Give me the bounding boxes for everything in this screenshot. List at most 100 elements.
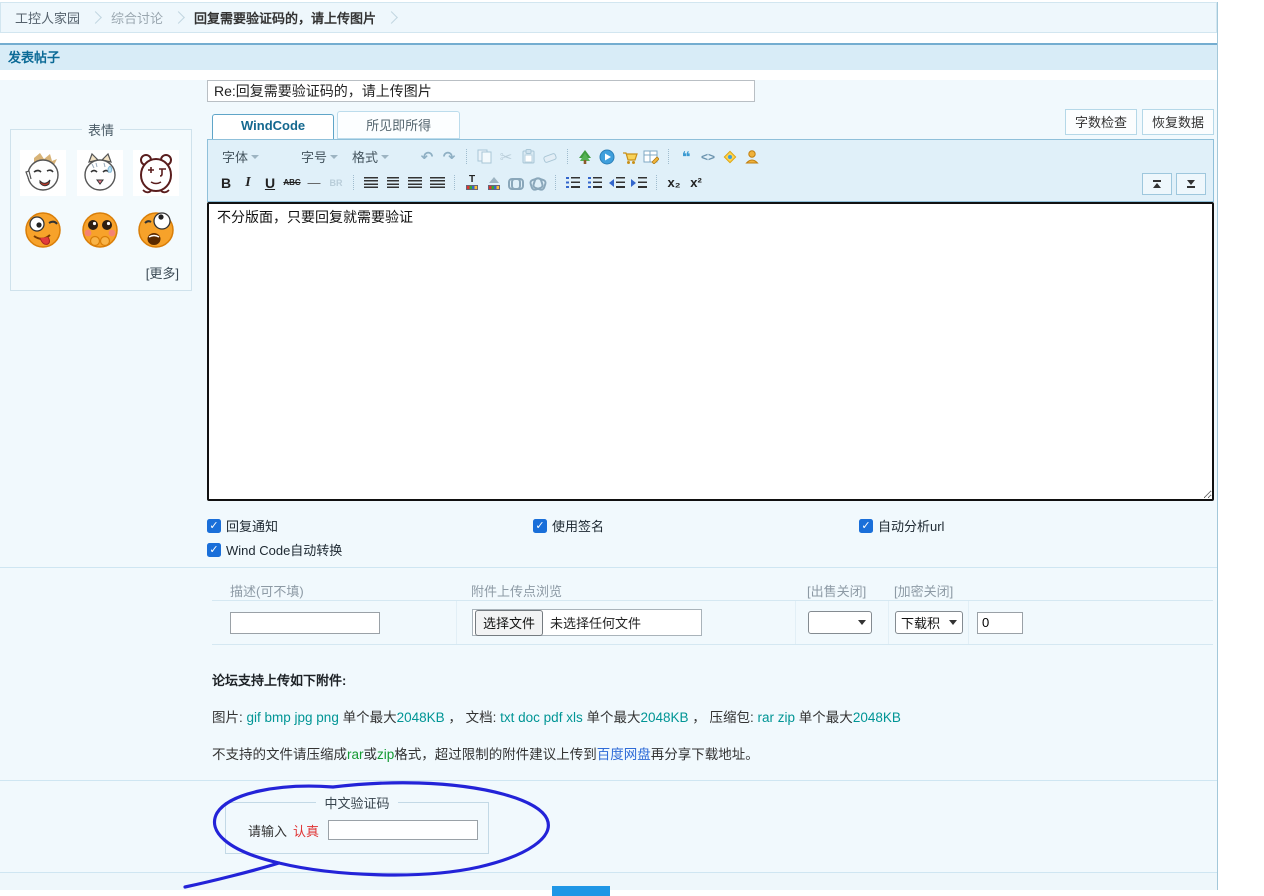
toolbar-separator: [656, 175, 657, 190]
outdent-icon[interactable]: [607, 173, 627, 193]
checkbox-checked-icon[interactable]: ✓: [207, 543, 221, 557]
section-divider: [0, 780, 1217, 781]
attachment-desc-header: 描述(可不填): [212, 581, 456, 600]
ordered-list-icon[interactable]: [563, 173, 583, 193]
format-dropdown[interactable]: 格式: [346, 147, 395, 166]
option-reply-notify[interactable]: ✓ 回复通知: [207, 516, 533, 535]
redo-icon[interactable]: ↷: [439, 147, 459, 167]
panda-emoticon[interactable]: [132, 149, 180, 197]
choose-file-button[interactable]: 选择文件: [475, 610, 543, 636]
background-color-icon[interactable]: [484, 173, 504, 193]
attachment-section: 描述(可不填) 附件上传点浏览 [出售关闭] [加密关闭] 选择文件 未选择任何…: [0, 568, 1217, 645]
text-color-icon[interactable]: T: [462, 173, 482, 193]
font-size-dropdown[interactable]: 字号: [295, 147, 344, 166]
baidu-pan-link[interactable]: 百度网盘: [597, 747, 651, 762]
chevron-down-icon: [858, 620, 866, 625]
submit-button[interactable]: [552, 886, 610, 896]
strikethrough-icon[interactable]: ABC: [282, 173, 302, 193]
cute-blush-emoticon[interactable]: [76, 205, 124, 253]
unordered-list-icon[interactable]: [585, 173, 605, 193]
shocked-emoticon[interactable]: [132, 205, 180, 253]
upload-info: 论坛支持上传如下附件: 图片: gif bmp jpg png 单个最大2048…: [0, 670, 1217, 763]
attachment-desc-input[interactable]: [230, 612, 380, 634]
align-center-icon[interactable]: [383, 173, 403, 193]
toolbar-separator: [668, 149, 669, 164]
cut-icon[interactable]: ✂: [496, 147, 516, 167]
sweat-cat-emoticon[interactable]: [76, 149, 124, 197]
smirk-face-emoticon[interactable]: [19, 149, 67, 197]
indent-icon[interactable]: [629, 173, 649, 193]
captcha-code-word: 认真: [293, 821, 319, 840]
encrypt-select[interactable]: 下载积: [895, 611, 963, 634]
chevron-down-icon: [949, 620, 957, 625]
italic-icon[interactable]: I: [238, 173, 258, 193]
file-status-text: 未选择任何文件: [550, 613, 641, 632]
toolbar-separator: [567, 149, 568, 164]
restore-data-button[interactable]: 恢复数据: [1142, 109, 1214, 135]
sell-select[interactable]: [808, 611, 872, 634]
scroll-bottom-button[interactable]: [1176, 173, 1206, 195]
captcha-legend: 中文验证码: [316, 793, 397, 812]
post-body-editor[interactable]: 不分版面，只要回复就需要验证: [207, 202, 1214, 501]
quote-icon[interactable]: ❝: [676, 147, 696, 167]
option-auto-url[interactable]: ✓ 自动分析url: [859, 516, 944, 535]
superscript-icon[interactable]: x²: [686, 173, 706, 193]
code-icon[interactable]: <>: [698, 147, 718, 167]
flash-icon[interactable]: [720, 147, 740, 167]
scroll-top-button[interactable]: [1142, 173, 1172, 195]
section-header: 发表帖子: [0, 43, 1217, 70]
insert-image-icon[interactable]: [575, 147, 595, 167]
bold-icon[interactable]: B: [216, 173, 236, 193]
footer-bar: [0, 873, 1217, 890]
insert-link-icon[interactable]: [506, 173, 526, 193]
captcha-section: 中文验证码 请输入 认真: [0, 793, 1217, 857]
captcha-prompt: 请输入: [248, 821, 287, 840]
remove-link-icon[interactable]: [528, 173, 548, 193]
subscript-icon[interactable]: x₂: [664, 173, 684, 193]
spacer: [0, 33, 1217, 43]
breadcrumb-home[interactable]: 工控人家园: [15, 8, 80, 27]
paste-icon[interactable]: [518, 147, 538, 167]
chevron-down-icon: [381, 155, 389, 159]
post-title-input[interactable]: [207, 80, 755, 102]
eraser-icon[interactable]: [540, 147, 560, 167]
editor-toolbar: 字体 字号 格式 ↶ ↷ ✂: [207, 139, 1214, 202]
attachment-encrypt-header: [加密关闭]: [888, 581, 968, 600]
tab-wysiwyg[interactable]: 所见即所得: [337, 111, 460, 139]
tongue-wink-emoticon[interactable]: [19, 205, 67, 253]
checkbox-checked-icon[interactable]: ✓: [207, 519, 221, 533]
option-windcode-auto[interactable]: ✓ Wind Code自动转换: [207, 540, 342, 559]
horizontal-rule-icon[interactable]: —: [304, 173, 324, 193]
file-input[interactable]: 选择文件 未选择任何文件: [472, 609, 702, 636]
undo-icon[interactable]: ↶: [417, 147, 437, 167]
align-right-icon[interactable]: [405, 173, 425, 193]
emoticon-column: 表情: [0, 114, 197, 559]
underline-icon[interactable]: U: [260, 173, 280, 193]
toolbar-separator: [353, 175, 354, 190]
align-justify-icon[interactable]: [427, 173, 447, 193]
forum-post-page: 工控人家园 综合讨论 回复需要验证码的，请上传图片 发表帖子 表情: [0, 2, 1218, 890]
checkbox-checked-icon[interactable]: ✓: [859, 519, 873, 533]
price-input[interactable]: [977, 612, 1023, 634]
shopping-cart-icon[interactable]: [619, 147, 639, 167]
user-icon[interactable]: [742, 147, 762, 167]
post-form: 表情: [0, 80, 1217, 890]
upload-formats-line: 图片: gif bmp jpg png 单个最大2048KB ， 文档: txt…: [212, 706, 1217, 726]
insert-table-icon[interactable]: [641, 147, 661, 167]
font-family-dropdown[interactable]: 字体: [216, 147, 265, 166]
more-emoticons-link[interactable]: [更多]: [17, 253, 185, 282]
option-use-signature[interactable]: ✓ 使用签名: [533, 516, 859, 535]
tab-windcode[interactable]: WindCode: [212, 114, 334, 139]
toolbar-separator: [466, 149, 467, 164]
editor-column: WindCode 所见即所得 字数检查 恢复数据 字体 字号 格式: [207, 114, 1214, 559]
line-break-icon[interactable]: BR: [326, 173, 346, 193]
align-left-icon[interactable]: [361, 173, 381, 193]
insert-media-icon[interactable]: [597, 147, 617, 167]
breadcrumb-forum[interactable]: 综合讨论: [111, 8, 163, 27]
copy-icon[interactable]: [474, 147, 494, 167]
chevron-right-icon: [172, 11, 185, 24]
checkbox-checked-icon[interactable]: ✓: [533, 519, 547, 533]
upload-info-title: 论坛支持上传如下附件:: [212, 670, 1217, 689]
captcha-input[interactable]: [328, 820, 478, 840]
word-count-button[interactable]: 字数检查: [1065, 109, 1137, 135]
